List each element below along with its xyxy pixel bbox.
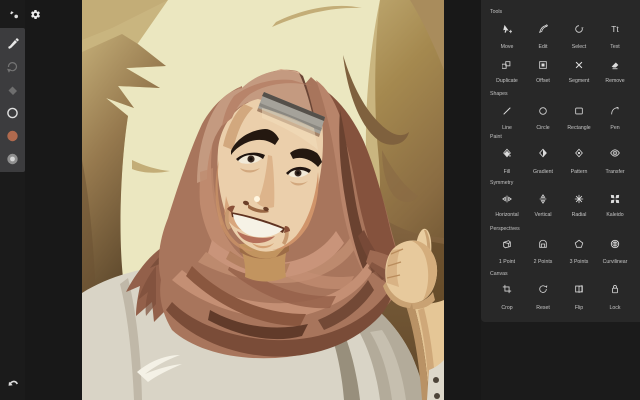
svg-text:Tt: Tt (611, 24, 619, 34)
